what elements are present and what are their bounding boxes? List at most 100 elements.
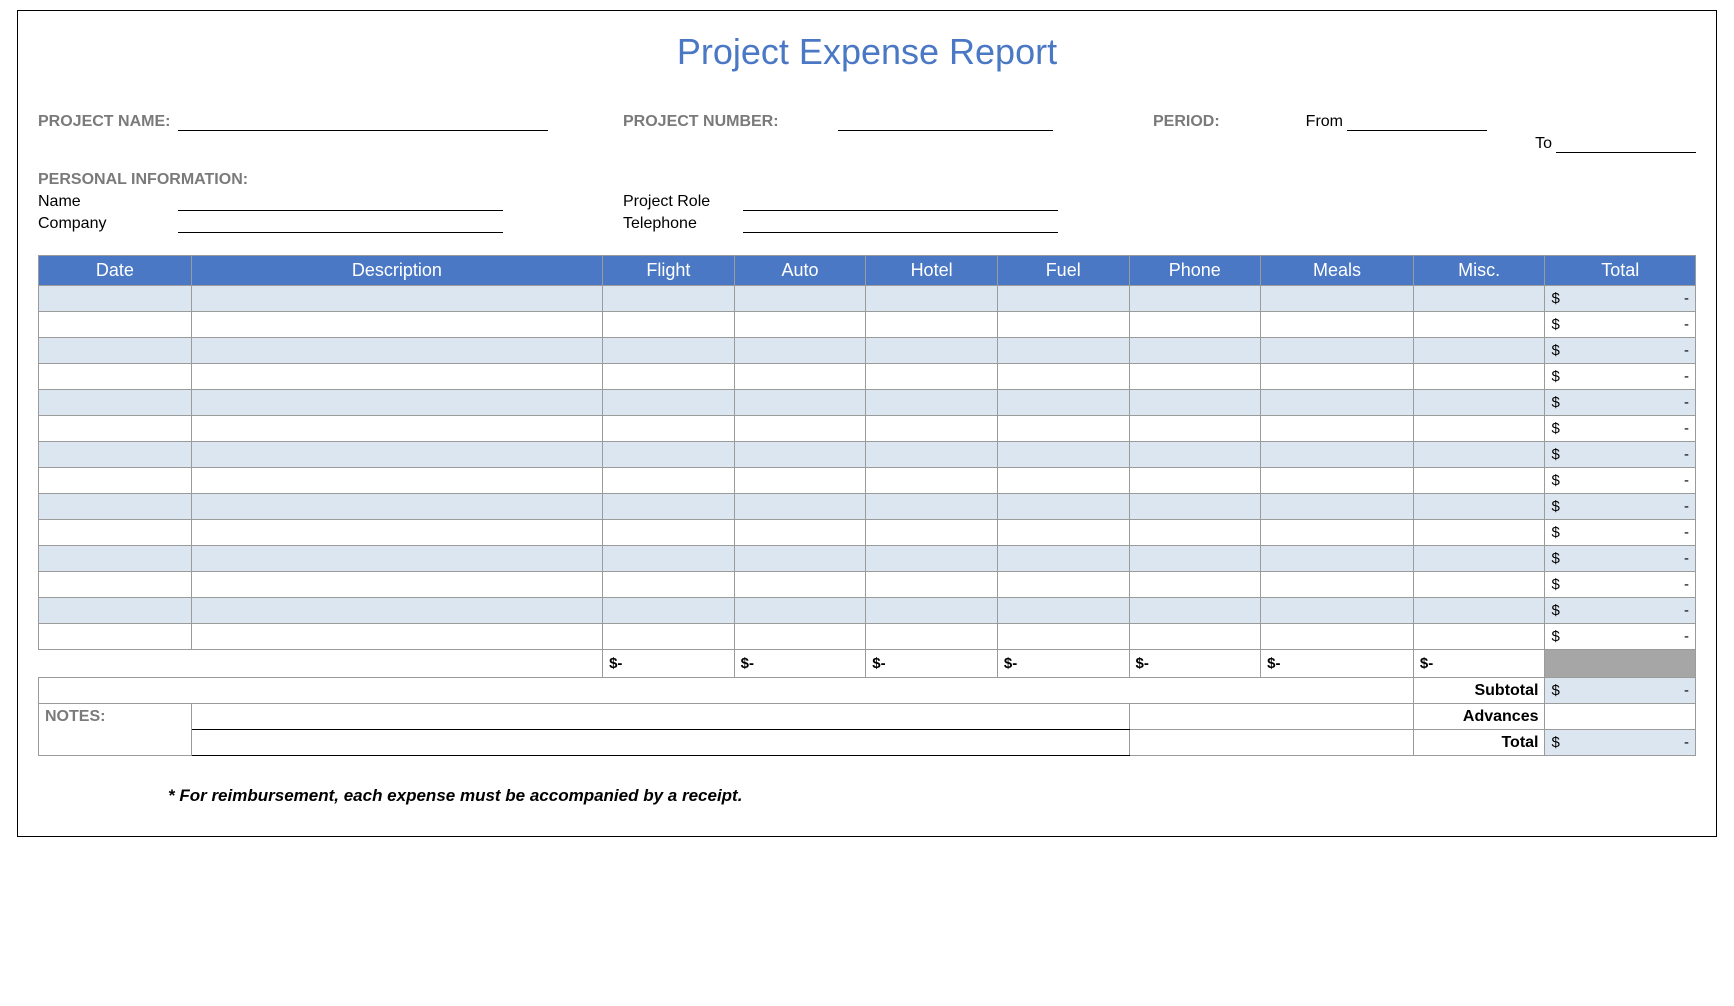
expense-cell[interactable]: [191, 624, 602, 650]
expense-cell[interactable]: [1413, 598, 1545, 624]
expense-cell[interactable]: [39, 364, 192, 390]
expense-cell[interactable]: [39, 494, 192, 520]
notes-line-1[interactable]: [191, 704, 1129, 730]
expense-cell[interactable]: [866, 416, 998, 442]
expense-cell[interactable]: [1413, 286, 1545, 312]
expense-cell[interactable]: [734, 390, 866, 416]
expense-cell[interactable]: [1413, 624, 1545, 650]
expense-cell[interactable]: [1261, 390, 1414, 416]
expense-cell[interactable]: [1129, 598, 1261, 624]
expense-cell[interactable]: [1129, 494, 1261, 520]
expense-cell[interactable]: [1261, 364, 1414, 390]
expense-cell[interactable]: [866, 624, 998, 650]
expense-cell[interactable]: [1413, 468, 1545, 494]
expense-cell[interactable]: [997, 338, 1129, 364]
expense-cell[interactable]: [39, 598, 192, 624]
expense-cell[interactable]: [1129, 520, 1261, 546]
expense-cell[interactable]: [734, 338, 866, 364]
expense-cell[interactable]: [734, 572, 866, 598]
expense-cell[interactable]: [1129, 312, 1261, 338]
expense-cell[interactable]: [191, 286, 602, 312]
expense-cell[interactable]: [866, 390, 998, 416]
expense-cell[interactable]: [603, 312, 735, 338]
expense-cell[interactable]: [734, 286, 866, 312]
expense-cell[interactable]: [39, 624, 192, 650]
expense-cell[interactable]: [603, 598, 735, 624]
project-number-field[interactable]: [838, 113, 1053, 131]
expense-cell[interactable]: [1261, 468, 1414, 494]
expense-cell[interactable]: [734, 312, 866, 338]
expense-cell[interactable]: [997, 520, 1129, 546]
expense-cell[interactable]: [39, 338, 192, 364]
expense-cell[interactable]: [1129, 468, 1261, 494]
expense-cell[interactable]: [39, 572, 192, 598]
expense-cell[interactable]: [1413, 572, 1545, 598]
company-field[interactable]: [178, 215, 503, 233]
expense-cell[interactable]: [866, 338, 998, 364]
expense-cell[interactable]: [1261, 416, 1414, 442]
expense-cell[interactable]: [997, 546, 1129, 572]
period-to-field[interactable]: [1556, 135, 1696, 153]
expense-cell[interactable]: [1261, 312, 1414, 338]
expense-cell[interactable]: [191, 390, 602, 416]
expense-cell[interactable]: [191, 572, 602, 598]
expense-cell[interactable]: [866, 312, 998, 338]
period-from-field[interactable]: [1347, 113, 1487, 131]
expense-cell[interactable]: [39, 468, 192, 494]
expense-cell[interactable]: [1261, 546, 1414, 572]
expense-cell[interactable]: [191, 546, 602, 572]
expense-cell[interactable]: [191, 312, 602, 338]
expense-cell[interactable]: [866, 468, 998, 494]
expense-cell[interactable]: [603, 338, 735, 364]
expense-cell[interactable]: [866, 494, 998, 520]
expense-cell[interactable]: [997, 624, 1129, 650]
expense-cell[interactable]: [1261, 442, 1414, 468]
expense-cell[interactable]: [39, 312, 192, 338]
expense-cell[interactable]: [39, 416, 192, 442]
expense-cell[interactable]: [1413, 312, 1545, 338]
expense-cell[interactable]: [603, 572, 735, 598]
expense-cell[interactable]: [997, 286, 1129, 312]
expense-cell[interactable]: [39, 546, 192, 572]
expense-cell[interactable]: [39, 442, 192, 468]
expense-cell[interactable]: [734, 494, 866, 520]
expense-cell[interactable]: [1413, 338, 1545, 364]
name-field[interactable]: [178, 193, 503, 211]
advances-value[interactable]: [1545, 704, 1696, 730]
expense-cell[interactable]: [1413, 416, 1545, 442]
expense-cell[interactable]: [1413, 390, 1545, 416]
expense-cell[interactable]: [997, 572, 1129, 598]
expense-cell[interactable]: [1129, 416, 1261, 442]
expense-cell[interactable]: [1413, 520, 1545, 546]
expense-cell[interactable]: [866, 442, 998, 468]
expense-cell[interactable]: [191, 520, 602, 546]
expense-cell[interactable]: [866, 364, 998, 390]
expense-cell[interactable]: [734, 468, 866, 494]
expense-cell[interactable]: [191, 442, 602, 468]
expense-cell[interactable]: [603, 286, 735, 312]
expense-cell[interactable]: [1413, 494, 1545, 520]
expense-cell[interactable]: [866, 286, 998, 312]
expense-cell[interactable]: [1261, 624, 1414, 650]
expense-cell[interactable]: [191, 338, 602, 364]
expense-cell[interactable]: [997, 390, 1129, 416]
expense-cell[interactable]: [997, 364, 1129, 390]
expense-cell[interactable]: [603, 624, 735, 650]
expense-cell[interactable]: [734, 598, 866, 624]
expense-cell[interactable]: [603, 416, 735, 442]
notes-line-2[interactable]: [191, 730, 1129, 756]
expense-cell[interactable]: [734, 442, 866, 468]
expense-cell[interactable]: [997, 416, 1129, 442]
expense-cell[interactable]: [603, 364, 735, 390]
expense-cell[interactable]: [1129, 572, 1261, 598]
expense-cell[interactable]: [603, 520, 735, 546]
expense-cell[interactable]: [997, 494, 1129, 520]
expense-cell[interactable]: [191, 494, 602, 520]
expense-cell[interactable]: [603, 390, 735, 416]
expense-cell[interactable]: [603, 442, 735, 468]
expense-cell[interactable]: [866, 546, 998, 572]
expense-cell[interactable]: [1261, 286, 1414, 312]
expense-cell[interactable]: [39, 520, 192, 546]
expense-cell[interactable]: [1261, 494, 1414, 520]
expense-cell[interactable]: [1261, 572, 1414, 598]
